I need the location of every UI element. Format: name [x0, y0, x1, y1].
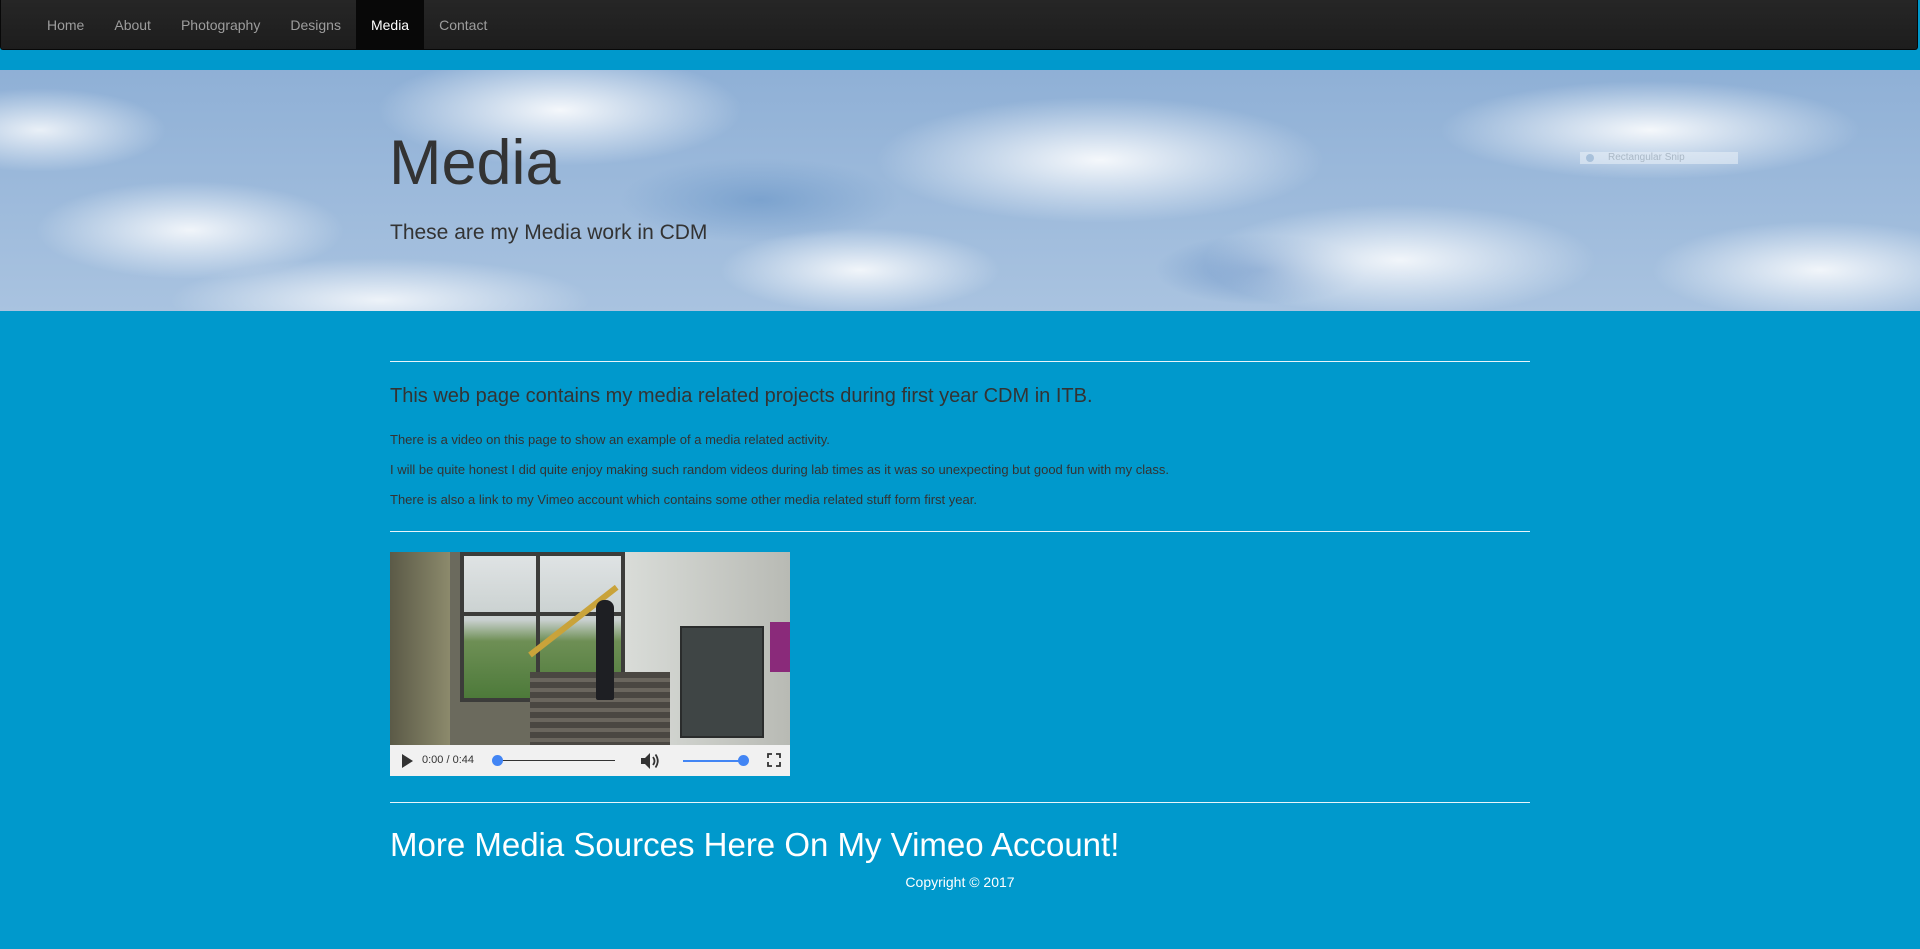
- snip-icon: [1586, 154, 1594, 162]
- snip-overlay-label: Rectangular Snip: [1608, 152, 1685, 163]
- volume-icon[interactable]: [640, 752, 660, 770]
- intro-paragraph: There is a video on this page to show an…: [390, 432, 830, 447]
- nav-item-photography[interactable]: Photography: [166, 0, 275, 50]
- page-subtitle: These are my Media work in CDM: [390, 221, 708, 244]
- nav-item-designs[interactable]: Designs: [275, 0, 356, 50]
- video-frame[interactable]: [390, 552, 790, 745]
- play-icon[interactable]: [402, 754, 413, 768]
- snip-overlay: Rectangular Snip: [1580, 152, 1738, 164]
- footer-copyright: Copyright © 2017: [905, 874, 1015, 890]
- divider: [390, 361, 1530, 362]
- nav-list: Home About Photography Designs Media Con…: [32, 0, 502, 50]
- video-controls: 0:00 / 0:44: [390, 745, 790, 776]
- video-player[interactable]: 0:00 / 0:44: [390, 552, 790, 776]
- navbar: Home About Photography Designs Media Con…: [0, 0, 1918, 50]
- seek-thumb[interactable]: [492, 755, 503, 766]
- divider: [390, 802, 1530, 803]
- seek-bar[interactable]: [495, 760, 615, 761]
- nav-item-media[interactable]: Media: [355, 0, 425, 50]
- page-title: Media: [389, 128, 561, 198]
- intro-paragraph: There is also a link to my Vimeo account…: [390, 492, 977, 507]
- vimeo-account-link[interactable]: More Media Sources Here On My Vimeo Acco…: [390, 826, 1119, 864]
- nav-item-contact[interactable]: Contact: [424, 0, 502, 50]
- nav-item-home[interactable]: Home: [32, 0, 99, 50]
- video-time: 0:00 / 0:44: [422, 754, 474, 766]
- intro-heading: This web page contains my media related …: [390, 385, 1093, 407]
- volume-slider[interactable]: [683, 760, 745, 762]
- hero-banner: Media These are my Media work in CDM Rec…: [0, 70, 1920, 311]
- intro-paragraph: I will be quite honest I did quite enjoy…: [390, 462, 1169, 477]
- nav-item-about[interactable]: About: [99, 0, 166, 50]
- divider: [390, 531, 1530, 532]
- volume-thumb[interactable]: [738, 755, 749, 766]
- fullscreen-icon[interactable]: [767, 753, 781, 767]
